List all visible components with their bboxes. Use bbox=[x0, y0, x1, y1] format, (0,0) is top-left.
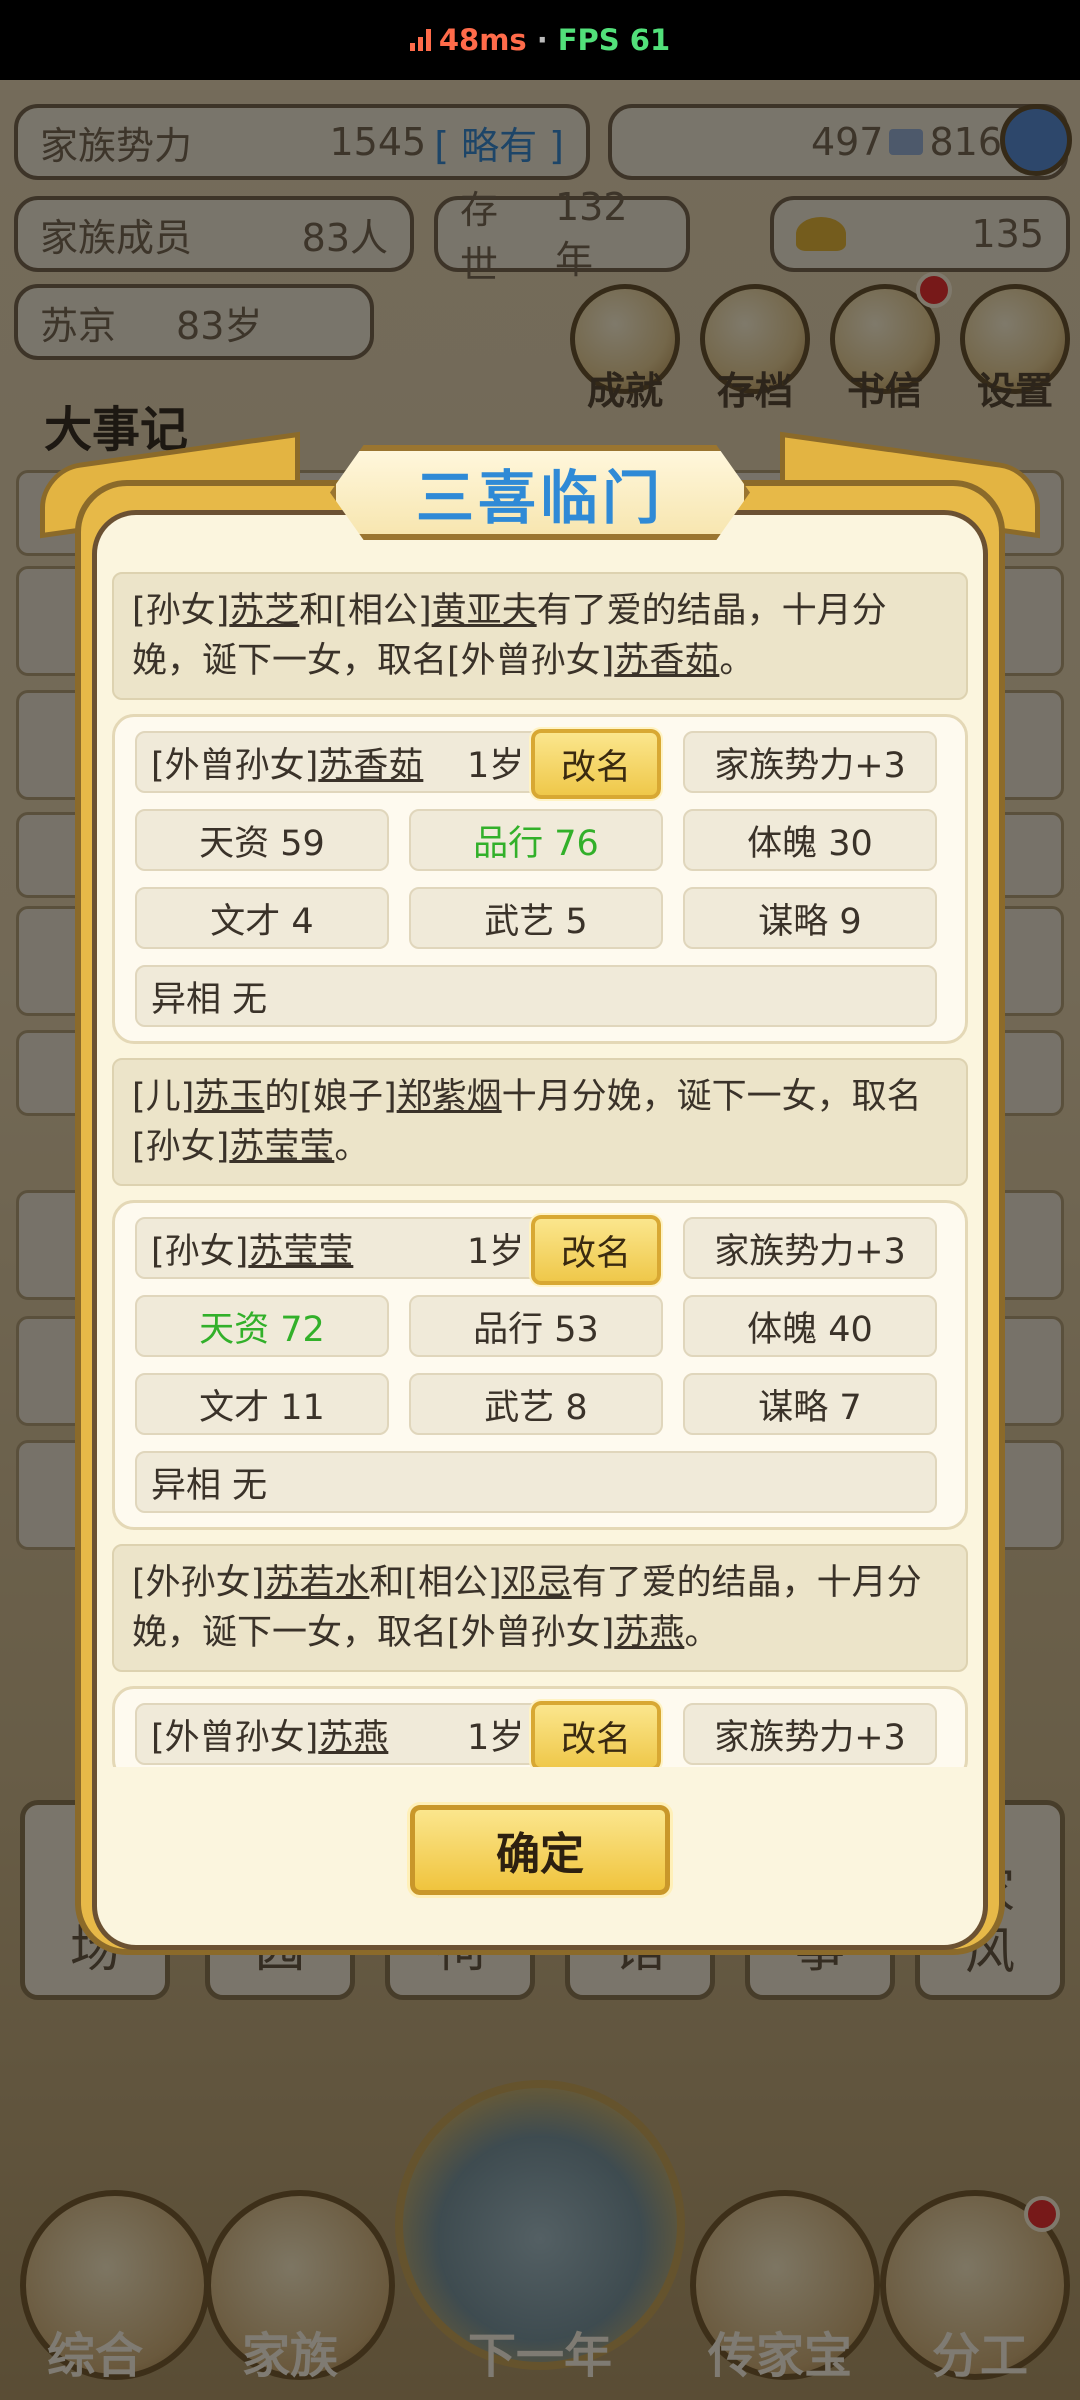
event-text-segment: 和[相公] bbox=[369, 1563, 502, 1603]
event-text-segment: [孙女] bbox=[132, 591, 230, 631]
child-name-cell: [外曾孙女] 苏燕 1岁 改名 bbox=[135, 1699, 663, 1767]
stat-cell: 武艺 8 bbox=[409, 1373, 663, 1435]
stat-cell: 天资 72 bbox=[135, 1295, 389, 1357]
stat-cell: 体魄 30 bbox=[683, 809, 937, 871]
event-text-segment: [外孙女] bbox=[132, 1563, 265, 1603]
birth-event-text: [孙女]苏芝和[相公]黄亚夫有了爱的结晶，十月分娩，诞下一女，取名[外曾孙女]苏… bbox=[112, 572, 968, 700]
rename-button[interactable]: 改名 bbox=[529, 727, 663, 801]
stat-cell: 品行 53 bbox=[409, 1295, 663, 1357]
event-text-segment: 。 bbox=[334, 1127, 370, 1167]
ping-value: 48ms bbox=[438, 23, 527, 57]
stat-cell: 文才 11 bbox=[135, 1373, 389, 1435]
person-name-link[interactable]: 邓忌 bbox=[502, 1563, 572, 1603]
stat-cell: 品行 76 bbox=[409, 809, 663, 871]
person-name-link[interactable]: 苏香茹 bbox=[614, 641, 719, 681]
person-name-link[interactable]: 苏莹莹 bbox=[229, 1127, 334, 1167]
child-name[interactable]: 苏莹莹 bbox=[248, 1223, 353, 1274]
child-name-cell: [外曾孙女] 苏香茹 1岁 改名 bbox=[135, 727, 663, 801]
family-power-bonus: 家族势力+3 bbox=[683, 731, 937, 793]
trait-cell: 异相 无 bbox=[135, 1451, 937, 1513]
child-age: 1岁 bbox=[467, 1231, 525, 1272]
status-bar: 48ms · FPS 61 bbox=[0, 0, 1080, 80]
stat-cell: 文才 4 bbox=[135, 887, 389, 949]
trait-cell: 异相 无 bbox=[135, 965, 937, 1027]
rename-button[interactable]: 改名 bbox=[529, 1699, 663, 1767]
child-relation: [孙女] bbox=[151, 1231, 249, 1272]
person-name-link[interactable]: 苏若水 bbox=[264, 1563, 369, 1603]
status-separator: · bbox=[536, 23, 548, 57]
person-name-link[interactable]: 苏芝 bbox=[229, 591, 299, 631]
stat-cell: 武艺 5 bbox=[409, 887, 663, 949]
ping-indicator: 48ms bbox=[409, 23, 527, 57]
stat-cell: 谋略 7 bbox=[683, 1373, 937, 1435]
family-power-bonus: 家族势力+3 bbox=[683, 1703, 937, 1765]
family-power-bonus: 家族势力+3 bbox=[683, 1217, 937, 1279]
confirm-button[interactable]: 确定 bbox=[407, 1802, 673, 1898]
child-name[interactable]: 苏香茹 bbox=[318, 737, 423, 788]
event-text-segment: [儿] bbox=[132, 1077, 195, 1117]
rename-button[interactable]: 改名 bbox=[529, 1213, 663, 1287]
event-text-segment: 。 bbox=[684, 1613, 720, 1653]
event-text-segment: 。 bbox=[719, 641, 755, 681]
child-age: 1岁 bbox=[467, 745, 525, 786]
child-card: [外曾孙女] 苏燕 1岁 改名 家族势力+3 bbox=[112, 1686, 968, 1767]
child-card: [孙女] 苏莹莹 1岁 改名 家族势力+3 天资 72 品行 53 体魄 40 文才 11 武艺 … bbox=[112, 1200, 968, 1530]
child-age: 1岁 bbox=[467, 1717, 525, 1758]
child-relation: [外曾孙女] bbox=[151, 745, 319, 786]
births-list[interactable]: [孙女]苏芝和[相公]黄亚夫有了爱的结晶，十月分娩，诞下一女，取名[外曾孙女]苏… bbox=[112, 572, 968, 1767]
stat-cell: 体魄 40 bbox=[683, 1295, 937, 1357]
person-name-link[interactable]: 郑紫烟 bbox=[397, 1077, 502, 1117]
event-text-segment: 和[相公] bbox=[299, 591, 432, 631]
birth-event-text: [外孙女]苏若水和[相公]邓忌有了爱的结晶，十月分娩，诞下一女，取名[外曾孙女]… bbox=[112, 1544, 968, 1672]
person-name-link[interactable]: 黄亚夫 bbox=[432, 591, 537, 631]
dialog-title: 三喜临门 bbox=[415, 463, 664, 532]
event-text-segment: 的[娘子] bbox=[264, 1077, 397, 1117]
dialog-title-plate: 三喜临门 bbox=[330, 445, 750, 540]
child-card: [外曾孙女] 苏香茹 1岁 改名 家族势力+3 天资 59 品行 76 体魄 30 文才 4 武艺… bbox=[112, 714, 968, 1044]
child-name-cell: [孙女] 苏莹莹 1岁 改名 bbox=[135, 1213, 663, 1287]
stat-cell: 天资 59 bbox=[135, 809, 389, 871]
fps-value: FPS 61 bbox=[557, 23, 671, 57]
birth-event-text: [儿]苏玉的[娘子]郑紫烟十月分娩，诞下一女，取名[孙女]苏莹莹。 bbox=[112, 1058, 968, 1186]
stat-cell: 谋略 9 bbox=[683, 887, 937, 949]
child-name[interactable]: 苏燕 bbox=[318, 1709, 388, 1760]
person-name-link[interactable]: 苏燕 bbox=[614, 1613, 684, 1653]
signal-icon bbox=[409, 29, 431, 51]
child-relation: [外曾孙女] bbox=[151, 1717, 319, 1758]
person-name-link[interactable]: 苏玉 bbox=[194, 1077, 264, 1117]
